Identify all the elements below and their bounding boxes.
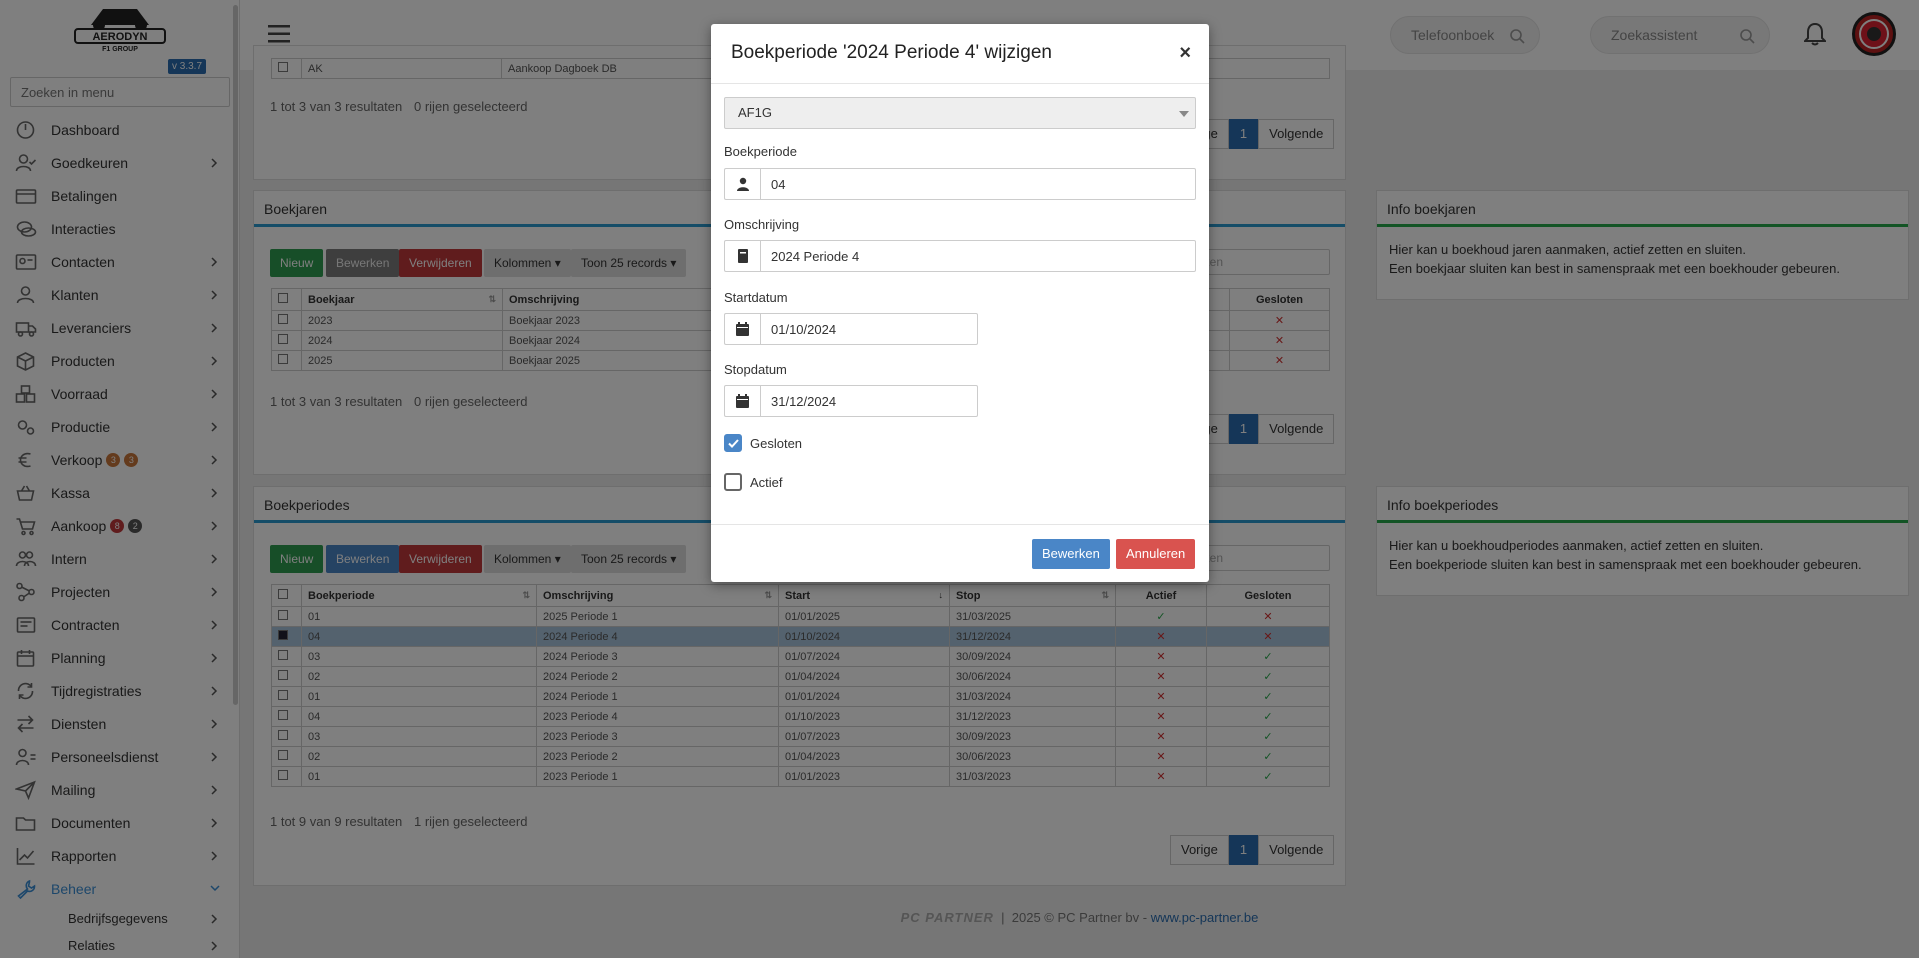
startdatum-field-group bbox=[724, 313, 978, 345]
actief-checkbox-box[interactable] bbox=[724, 473, 742, 491]
save-button[interactable]: Bewerken bbox=[1032, 539, 1110, 569]
calendar-icon bbox=[724, 385, 760, 417]
startdatum-input[interactable] bbox=[760, 313, 978, 345]
boekperiode-label: Boekperiode bbox=[724, 144, 797, 159]
actief-checkbox[interactable]: Actief bbox=[724, 473, 783, 491]
stopdatum-input[interactable] bbox=[760, 385, 978, 417]
stopdatum-field-group bbox=[724, 385, 978, 417]
gesloten-checkbox[interactable]: Gesloten bbox=[724, 434, 802, 452]
actief-label: Actief bbox=[750, 474, 783, 490]
modal-title: Boekperiode '2024 Periode 4' wijzigen bbox=[731, 42, 1052, 63]
gesloten-label: Gesloten bbox=[750, 435, 803, 451]
gesloten-checkbox-box[interactable] bbox=[724, 434, 742, 452]
book-icon bbox=[724, 240, 760, 272]
company-select[interactable]: AF1G bbox=[724, 97, 1196, 129]
stopdatum-label: Stopdatum bbox=[724, 362, 787, 377]
modal-divider bbox=[711, 524, 1209, 525]
chevron-down-icon bbox=[1179, 111, 1189, 117]
startdatum-label: Startdatum bbox=[724, 290, 788, 305]
calendar-icon bbox=[724, 313, 760, 345]
boekperiode-input[interactable] bbox=[760, 168, 1196, 200]
boekperiode-field-group bbox=[724, 168, 1196, 200]
omschrijving-label: Omschrijving bbox=[724, 217, 800, 232]
modal-divider bbox=[711, 83, 1209, 84]
omschrijving-input[interactable] bbox=[760, 240, 1196, 272]
user-icon bbox=[724, 168, 760, 200]
company-select-value: AF1G bbox=[738, 105, 772, 120]
cancel-button[interactable]: Annuleren bbox=[1116, 539, 1196, 569]
omschrijving-field-group bbox=[724, 240, 1196, 272]
edit-boekperiode-modal: Boekperiode '2024 Periode 4' wijzigen × … bbox=[711, 24, 1209, 582]
close-icon[interactable]: × bbox=[1179, 42, 1191, 65]
